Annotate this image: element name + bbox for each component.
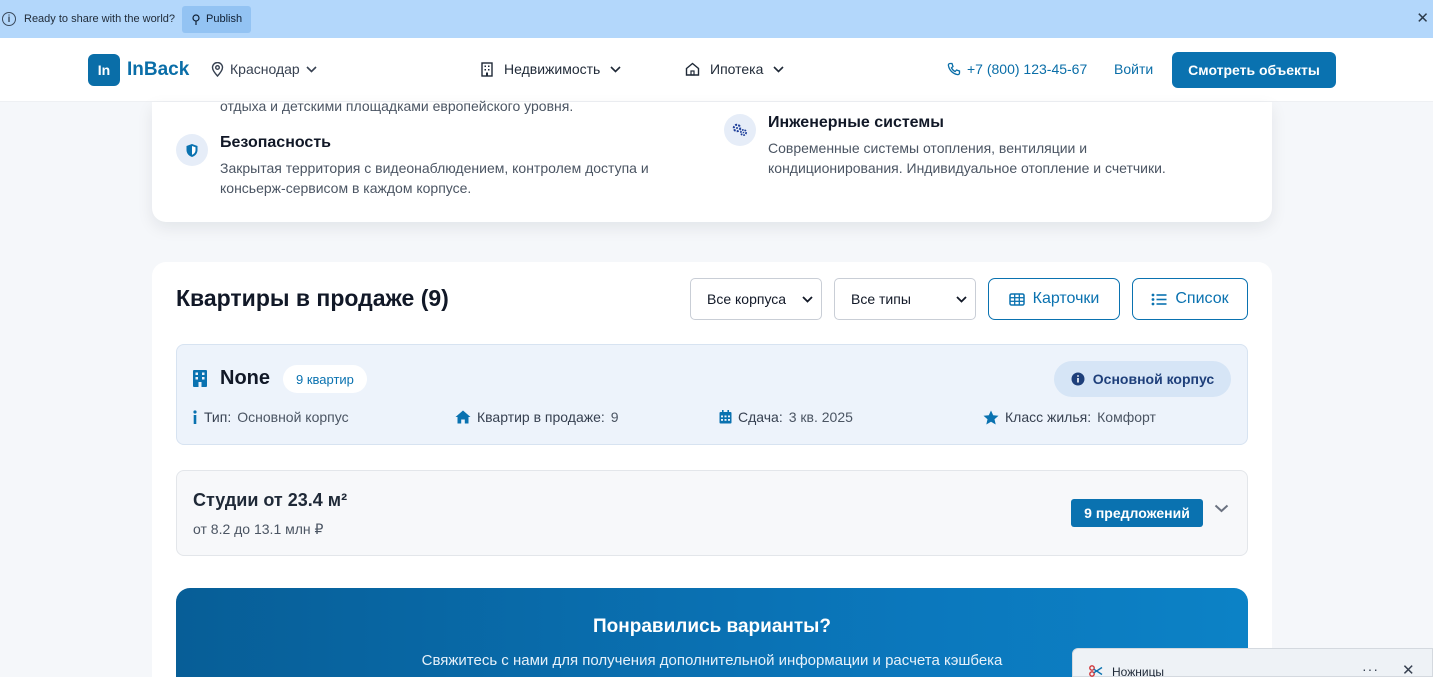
chevron-down-icon [956, 295, 967, 303]
view-cards-label: Карточки [1032, 290, 1100, 307]
delivery-date-value: 3 кв. 2025 [788, 409, 853, 425]
gears-icon [724, 114, 756, 146]
nav-realty-label: Недвижимость [504, 61, 601, 77]
list-icon [1151, 293, 1167, 305]
main-building-label: Основной корпус [1092, 371, 1215, 387]
delivery-date-label: Сдача: [738, 409, 783, 425]
site-header: In InBack Краснодар Недвижимость Ипотека… [0, 38, 1433, 102]
home-icon [685, 62, 700, 76]
more-options-icon[interactable]: ··· [1362, 661, 1379, 677]
publish-button[interactable]: Publish [182, 5, 252, 33]
chevron-down-icon [773, 65, 784, 73]
apartments-on-sale-value: 9 [610, 409, 619, 425]
building-name: None [220, 367, 270, 389]
studio-price-range: от 8.2 до 13.1 млн ₽ [193, 521, 324, 537]
scissors-icon [1089, 665, 1103, 677]
view-cards-button[interactable]: Карточки [988, 278, 1120, 320]
apartments-section: Квартиры в продаже (9) Все корпуса Все т… [152, 262, 1272, 677]
grid-icon [1008, 292, 1025, 306]
feature-description: Закрытая территория с видеонаблюдением, … [220, 160, 649, 196]
publish-bar: i Ready to share with the world? Publish… [0, 0, 1433, 38]
studio-group[interactable]: Студии от 23.4 м² от 8.2 до 13.1 млн ₽ 9… [176, 470, 1248, 556]
feature-title: Инженерные системы [768, 114, 944, 131]
building-icon [193, 370, 207, 387]
close-icon[interactable]: ✕ [1416, 11, 1429, 26]
chevron-down-icon [802, 295, 813, 303]
apartments-on-sale: Квартир в продаже: 9 [455, 409, 619, 425]
close-icon[interactable]: ✕ [1402, 661, 1415, 677]
phone-icon [947, 62, 961, 76]
snipping-tool-label: Ножницы [1112, 665, 1165, 677]
offers-count-badge: 9 предложений [1071, 499, 1203, 527]
building-type: Тип: Основной корпус [192, 409, 349, 425]
city-label: Краснодар [230, 61, 300, 77]
star-icon [983, 410, 999, 424]
info-icon [193, 410, 197, 424]
housing-class-label: Класс жилья: [1005, 409, 1092, 425]
feature-cut-text: отдыха и детскими площадками европейског… [220, 98, 574, 114]
info-icon [1071, 372, 1085, 386]
chevron-down-icon[interactable] [1214, 504, 1229, 513]
delivery-date: Сдача: 3 кв. 2025 [719, 409, 853, 425]
feature-description: Современные системы отопления, вентиляци… [768, 140, 1166, 176]
building-filter-select[interactable]: Все корпуса [690, 278, 822, 320]
view-objects-button[interactable]: Смотреть объекты [1172, 52, 1336, 88]
publish-label: Publish [206, 13, 243, 25]
chevron-down-icon [306, 65, 317, 73]
building-type-label: Тип: [204, 409, 232, 425]
pin-icon [192, 13, 200, 25]
nav-mortgage[interactable]: Ипотека [685, 61, 784, 77]
view-list-button[interactable]: Список [1132, 278, 1248, 320]
logo-text[interactable]: InBack [127, 59, 189, 81]
housing-class-value: Комфорт [1097, 409, 1156, 425]
chevron-down-icon [610, 65, 621, 73]
apartments-title: Квартиры в продаже (9) [176, 285, 449, 311]
nav-realty[interactable]: Недвижимость [480, 61, 621, 77]
snipping-tool-notification[interactable]: Ножницы ··· ✕ [1072, 648, 1433, 677]
apartment-count-badge: 9 квартир [283, 365, 367, 393]
housing-class: Класс жилья: Комфорт [983, 409, 1156, 425]
type-filter-select[interactable]: Все типы [834, 278, 976, 320]
building-type-value: Основной корпус [237, 409, 349, 425]
type-filter-value: Все типы [851, 291, 911, 307]
feature-title: Безопасность [220, 134, 331, 151]
view-list-label: Список [1175, 290, 1229, 307]
publish-message: Ready to share with the world? [24, 13, 176, 25]
calendar-icon [719, 410, 732, 424]
location-pin-icon [211, 61, 224, 77]
info-icon: i [2, 12, 16, 26]
home-icon [455, 410, 471, 424]
shield-icon [176, 134, 208, 166]
building-filter-value: Все корпуса [707, 291, 787, 307]
phone-link[interactable]: +7 (800) 123-45-67 [947, 61, 1087, 77]
phone-number: +7 (800) 123-45-67 [967, 61, 1088, 77]
main-building-badge: Основной корпус [1054, 361, 1231, 397]
building-icon [481, 61, 493, 77]
logo-mark[interactable]: In [88, 54, 120, 86]
building-card[interactable]: None 9 квартир Основной корпус Тип: Осно… [176, 344, 1248, 445]
promo-title: Понравились варианты? [592, 616, 831, 637]
studio-title: Студии от 23.4 м² [193, 490, 348, 510]
features-card: отдыха и детскими площадками европейског… [152, 98, 1272, 222]
nav-mortgage-label: Ипотека [710, 61, 764, 77]
city-selector[interactable]: Краснодар [211, 61, 317, 77]
apartments-on-sale-label: Квартир в продаже: [477, 409, 605, 425]
login-link[interactable]: Войти [1114, 61, 1153, 77]
